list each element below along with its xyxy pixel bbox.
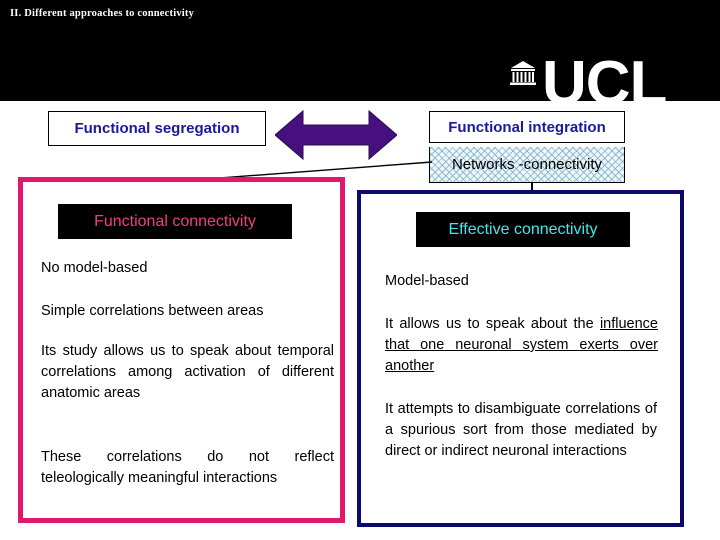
functional-integration-box: Functional integration: [429, 111, 625, 143]
effective-connectivity-panel: Effective connectivity Model-based It al…: [357, 190, 684, 527]
effective-connectivity-title: Effective connectivity: [448, 220, 598, 238]
ucl-logo: UCL: [508, 48, 667, 118]
double-headed-arrow-icon: [274, 109, 398, 161]
functional-paragraph-these-correlations: These correlations do not reflect teleol…: [41, 449, 334, 486]
effective-influence-lead: It allows us to speak about the: [385, 316, 600, 332]
page-title: II. Different approaches to connectivity: [10, 8, 195, 19]
functional-integration-label: Functional integration: [448, 118, 606, 136]
functional-paragraph-no-model-based: No model-based: [41, 260, 148, 276]
networks-connectivity-box: Networks -connectivity: [429, 147, 625, 183]
functional-connectivity-banner: Functional connectivity: [58, 204, 292, 239]
functional-segregation-box: Functional segregation: [48, 111, 266, 146]
functional-segregation-label: Functional segregation: [74, 120, 240, 137]
networks-connectivity-label: Networks -connectivity: [451, 156, 603, 173]
ucl-portico-building-icon: [508, 60, 538, 86]
functional-connectivity-title: Functional connectivity: [94, 212, 256, 230]
ucl-wordmark-text: UCL: [542, 49, 667, 118]
functional-connectivity-panel: Functional connectivity No model-based S…: [18, 177, 345, 523]
functional-paragraph-its-study: Its study allows us to speak about tempo…: [41, 343, 334, 401]
effective-paragraph-disambiguate: It attempts to disambiguate correlations…: [385, 401, 657, 459]
effective-paragraph-influence: It allows us to speak about the influenc…: [385, 314, 658, 377]
effective-paragraph-model-based: Model-based: [385, 273, 469, 289]
effective-connectivity-banner: Effective connectivity: [416, 212, 630, 247]
functional-paragraph-simple-correlations: Simple correlations between areas: [41, 303, 264, 319]
